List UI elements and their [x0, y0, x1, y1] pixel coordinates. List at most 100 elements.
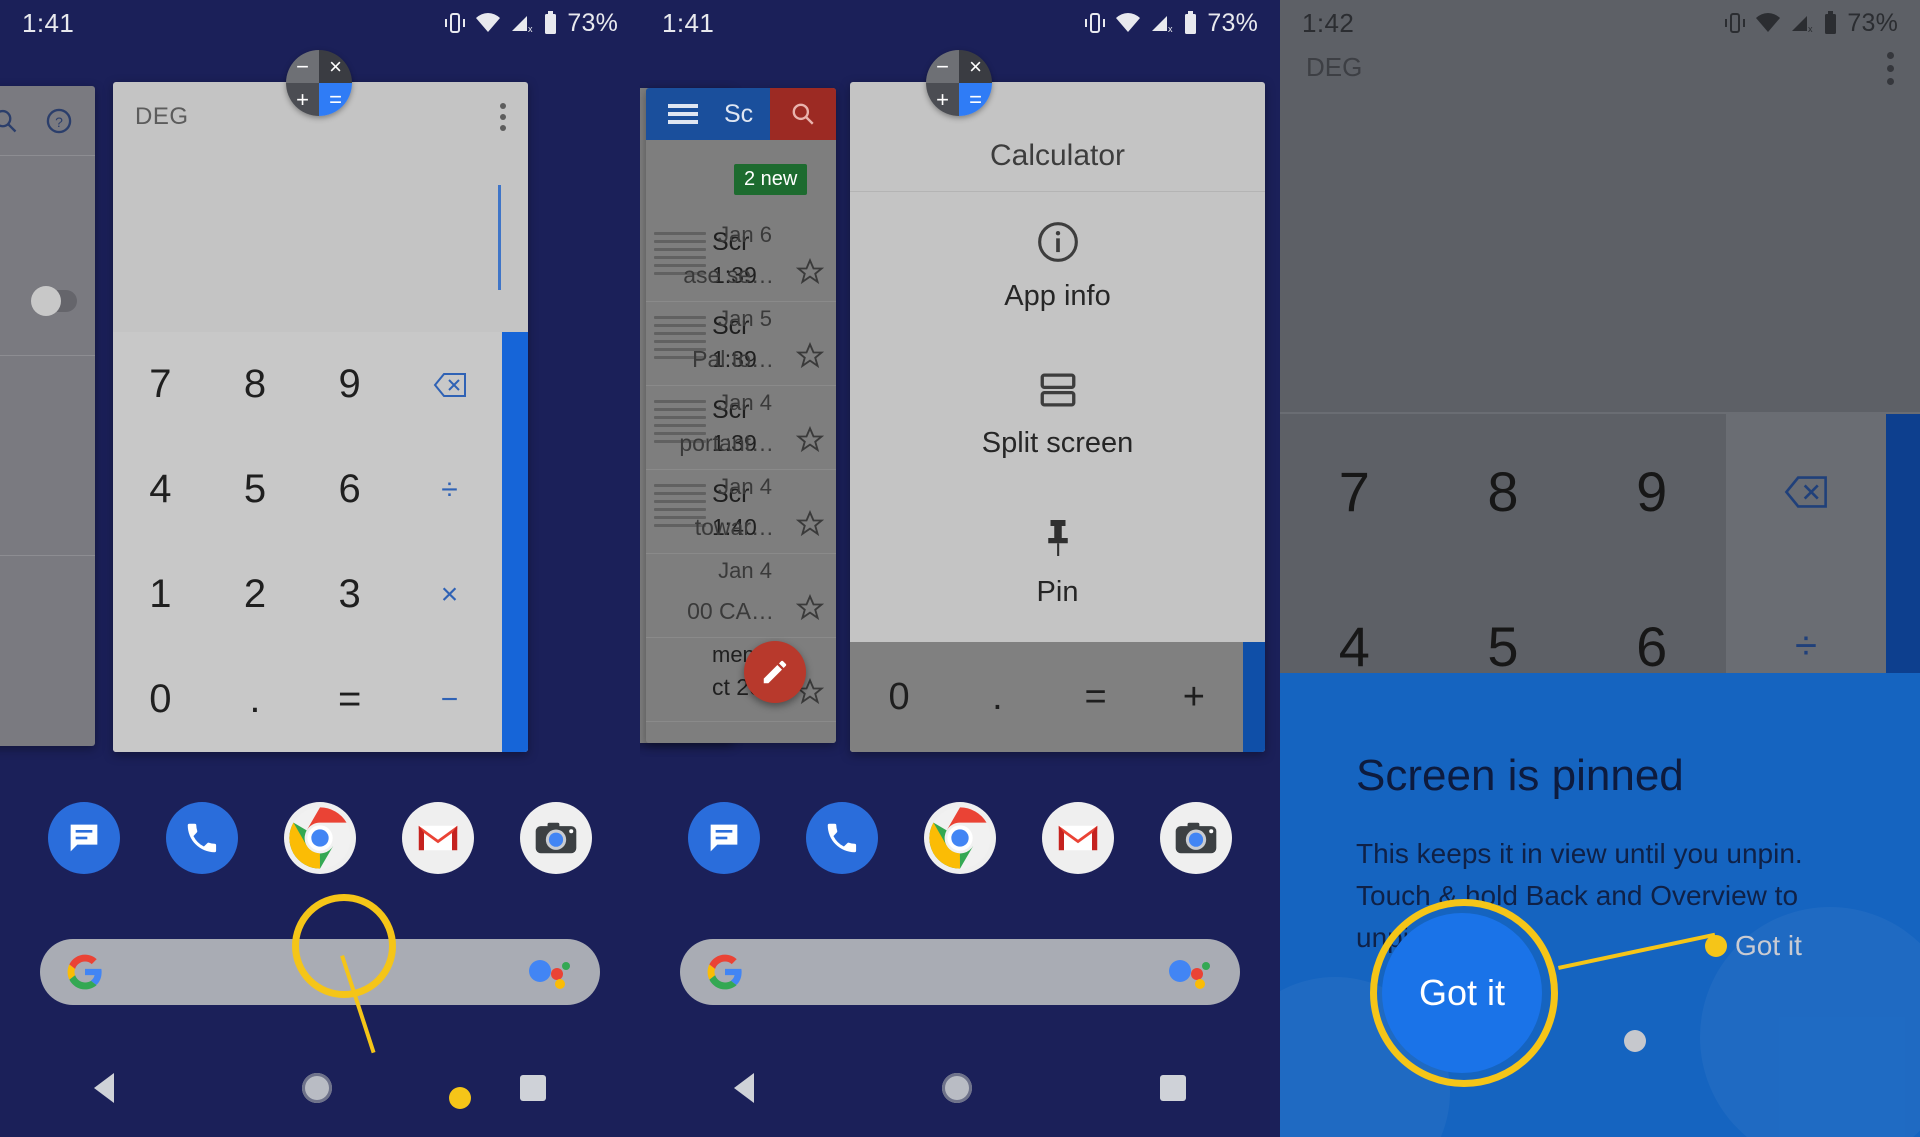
settings-row[interactable]: [0, 156, 95, 356]
star-icon[interactable]: [796, 426, 824, 454]
key-7[interactable]: 7: [113, 332, 208, 437]
backspace-icon[interactable]: [1726, 414, 1886, 569]
angle-mode-label: DEG: [1306, 52, 1363, 82]
messages-icon[interactable]: [48, 802, 120, 874]
angle-mode-label: DEG: [135, 103, 189, 130]
navbar-mid: [640, 1039, 1280, 1137]
star-icon[interactable]: [796, 594, 824, 622]
overview-button[interactable]: [1160, 1075, 1186, 1101]
back-button[interactable]: [94, 1073, 114, 1103]
gmail-search-area[interactable]: [770, 88, 836, 140]
help-icon[interactable]: ?: [45, 107, 73, 135]
phone-icon[interactable]: [166, 802, 238, 874]
assistant-icon[interactable]: [1166, 955, 1214, 989]
key-5[interactable]: 5: [208, 437, 303, 542]
assistant-icon[interactable]: [526, 955, 574, 989]
statusbar-left: 1:41 x 73%: [0, 0, 640, 46]
key-9[interactable]: 9: [1577, 414, 1726, 569]
gmail-toolbar: Sc: [646, 88, 836, 140]
camera-icon[interactable]: [520, 802, 592, 874]
key-1[interactable]: 1: [113, 542, 208, 647]
status-icons: x 73%: [1724, 9, 1898, 38]
key-8[interactable]: 8: [208, 332, 303, 437]
operator-keys: ÷ × −: [397, 332, 502, 752]
list-item[interactable]: Scr 1:39 Jan 4 portant…: [646, 386, 836, 470]
list-item[interactable]: Jan 4 00 CA…: [646, 554, 836, 638]
key-equals[interactable]: =: [1047, 642, 1145, 752]
chrome-icon[interactable]: [284, 802, 356, 874]
statusbar-mid: 1:41 x 73%: [640, 0, 1280, 46]
star-icon[interactable]: [796, 342, 824, 370]
menu-item-app-info[interactable]: App info: [850, 192, 1265, 340]
key-plus[interactable]: +: [1145, 642, 1243, 752]
recents-card-gmail-visible[interactable]: Sc 2 new Scr 1:39 Jan 6 ase se… Scr 1:39…: [646, 88, 836, 743]
key-0[interactable]: 0: [113, 647, 208, 752]
vibrate-icon: [1085, 13, 1106, 33]
key-decimal[interactable]: .: [208, 647, 303, 752]
gmail-icon[interactable]: [402, 802, 474, 874]
mail-snippet: Pal to…: [692, 346, 774, 372]
key-9[interactable]: 9: [302, 332, 397, 437]
signal-off-icon: x: [1792, 16, 1813, 34]
key-6[interactable]: 6: [302, 437, 397, 542]
kebab-icon[interactable]: [1887, 52, 1894, 85]
recents-card-settings[interactable]: ?: [0, 86, 95, 746]
settings-toggle[interactable]: [11, 286, 77, 316]
callout-ring-overview: [292, 894, 396, 998]
settings-row[interactable]: [0, 356, 95, 556]
key-decimal[interactable]: .: [948, 642, 1046, 752]
google-logo: [67, 954, 102, 990]
camera-icon[interactable]: [1160, 802, 1232, 874]
key-7[interactable]: 7: [1280, 414, 1429, 569]
pencil-icon: [763, 660, 787, 684]
key-multiply[interactable]: ×: [397, 542, 502, 647]
gmail-icon[interactable]: [1042, 802, 1114, 874]
hamburger-icon[interactable]: [668, 103, 698, 125]
menu-item-split-screen[interactable]: Split screen: [850, 340, 1265, 488]
overview-button[interactable]: [520, 1075, 546, 1101]
backspace-icon[interactable]: [397, 332, 502, 437]
battery-icon: [545, 11, 557, 34]
key-equals[interactable]: =: [302, 647, 397, 752]
calculator-display: [113, 152, 528, 332]
home-button[interactable]: [302, 1073, 332, 1103]
chrome-icon[interactable]: [924, 802, 996, 874]
list-item[interactable]: Scr 1:40 Jan 4 towar…: [646, 470, 836, 554]
split-screen-icon: [1040, 372, 1075, 407]
list-item[interactable]: Scr 1:39 Jan 5 Pal to…: [646, 302, 836, 386]
google-search-bar[interactable]: [680, 939, 1240, 1005]
key-3[interactable]: 3: [302, 542, 397, 647]
key-divide[interactable]: ÷: [397, 437, 502, 542]
menu-item-pin[interactable]: Pin: [850, 488, 1265, 636]
recents-card-popup-menu[interactable]: Calculator App info Split screen Pin 0 .…: [850, 82, 1265, 752]
list-item[interactable]: Scr 1:39 Jan 6 ase se…: [646, 218, 836, 302]
menu-item-label: App info: [1004, 279, 1111, 312]
pad-expand-handle[interactable]: [502, 332, 528, 752]
star-icon[interactable]: [796, 258, 824, 286]
key-4[interactable]: 4: [113, 437, 208, 542]
key-0[interactable]: 0: [850, 642, 948, 752]
recents-card-calculator[interactable]: DEG 7 8 9 4 5 6 1 2 3 0 . = ÷ × −: [113, 82, 528, 752]
messages-icon[interactable]: [688, 802, 760, 874]
search-icon[interactable]: [0, 107, 19, 135]
mail-snippet: ase se…: [683, 262, 774, 288]
navbar-left: [0, 1039, 640, 1137]
screenshot-root: 1:41 x 73% ? DEG 7 8 9 4 5 6 1 2 3 0 . =…: [0, 0, 1920, 1137]
kebab-icon[interactable]: [500, 103, 506, 131]
compose-button[interactable]: [744, 641, 806, 703]
star-icon[interactable]: [796, 510, 824, 538]
key-2[interactable]: 2: [208, 542, 303, 647]
key-8[interactable]: 8: [1429, 414, 1578, 569]
icon-quadrant-minus: −: [926, 50, 959, 83]
home-button[interactable]: [942, 1073, 972, 1103]
battery-icon: [1825, 11, 1837, 34]
list-item[interactable]: men ct 20: [646, 638, 836, 722]
phone-icon[interactable]: [806, 802, 878, 874]
key-minus[interactable]: −: [397, 647, 502, 752]
mail-snippet: 00 CA…: [687, 598, 774, 624]
back-button[interactable]: [734, 1073, 754, 1103]
mail-snippet: portant…: [679, 430, 774, 456]
pin-icon: [1047, 519, 1068, 556]
search-icon[interactable]: [790, 101, 816, 127]
callout-dot: [1705, 935, 1727, 957]
